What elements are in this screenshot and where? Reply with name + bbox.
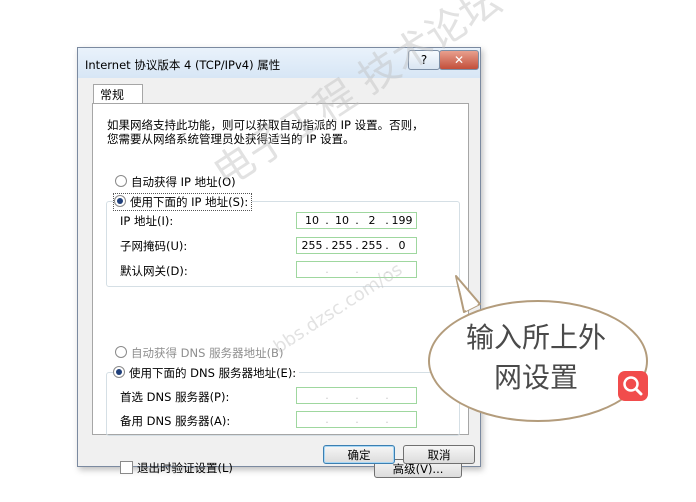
validate-on-exit-checkbox[interactable]: 退出时验证设置(L) bbox=[120, 460, 233, 476]
dns-secondary-field[interactable]: . . . bbox=[296, 411, 417, 428]
tab-general[interactable]: 常规 bbox=[93, 84, 143, 104]
callout-tail bbox=[455, 275, 481, 313]
callout-text: 输入所上外 网设置 bbox=[438, 318, 634, 398]
ip-octet-4: 199 bbox=[391, 214, 413, 227]
ip-octet-2: 10 bbox=[335, 214, 349, 227]
close-icon: ✕ bbox=[453, 53, 465, 67]
ip-address-label: IP 地址(I): bbox=[120, 214, 174, 228]
mask-octet-2: 255 bbox=[331, 239, 353, 252]
callout-line-2: 网设置 bbox=[493, 361, 578, 394]
mask-octet-3: 255 bbox=[361, 239, 383, 252]
dialog-title: Internet 协议版本 4 (TCP/IPv4) 属性 bbox=[85, 58, 281, 72]
auto-dns-label: 自动获得 DNS 服务器地址(B) bbox=[131, 346, 284, 360]
dns-primary-label: 首选 DNS 服务器(P): bbox=[120, 390, 230, 404]
radio-selected-icon bbox=[114, 195, 126, 207]
mask-octet-4: 0 bbox=[398, 239, 406, 252]
ok-button[interactable]: 确定 bbox=[323, 445, 395, 464]
manual-dns-label: 使用下面的 DNS 服务器地址(E): bbox=[129, 366, 297, 380]
gateway-label: 默认网关(D): bbox=[120, 264, 188, 278]
ip-octet-1: 10 bbox=[305, 214, 319, 227]
ip-octet-3: 2 bbox=[368, 214, 376, 227]
ip-address-field[interactable]: 10 . 10 . 2 . 199 bbox=[296, 212, 417, 229]
manual-dns-radio[interactable]: 使用下面的 DNS 服务器地址(E): bbox=[113, 365, 300, 381]
checkbox-icon bbox=[120, 461, 133, 474]
dns-secondary-label: 备用 DNS 服务器(A): bbox=[120, 414, 231, 428]
radio-icon bbox=[115, 346, 127, 358]
cancel-button[interactable]: 取消 bbox=[403, 445, 475, 464]
callout-line-1: 输入所上外 bbox=[465, 321, 606, 354]
search-badge[interactable] bbox=[618, 371, 648, 401]
radio-selected-icon bbox=[113, 366, 125, 378]
radio-icon bbox=[115, 175, 127, 187]
mask-octet-1: 255 bbox=[301, 239, 323, 252]
subnet-mask-field[interactable]: 255 . 255 . 255 . 0 bbox=[296, 237, 417, 254]
auto-dns-radio[interactable]: 自动获得 DNS 服务器地址(B) bbox=[115, 345, 283, 361]
validate-label: 退出时验证设置(L) bbox=[137, 461, 233, 475]
dns-primary-field[interactable]: . . . bbox=[296, 387, 417, 404]
search-icon bbox=[623, 376, 643, 396]
subnet-mask-label: 子网掩码(U): bbox=[120, 239, 188, 253]
